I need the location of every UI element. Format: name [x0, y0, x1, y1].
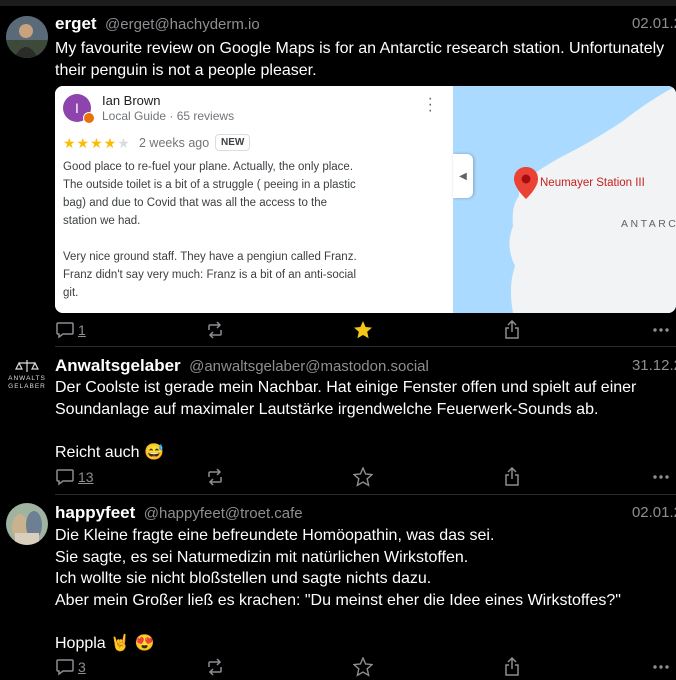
more-button[interactable] [652, 656, 670, 678]
post-happyfeet[interactable]: happyfeet @happyfeet@troet.cafe 02.01.2 … [0, 503, 676, 677]
antarctica-landmass [509, 86, 676, 313]
post-actions: 3 [55, 656, 676, 680]
author-name[interactable]: Anwaltsgelaber [55, 356, 181, 375]
reply-icon [56, 469, 74, 486]
post-erget[interactable]: erget @erget@hachyderm.io 02.01.2 My fav… [0, 14, 676, 344]
post-date[interactable]: 02.01.2 [632, 15, 676, 32]
post-content: Die Kleine fragte eine befreundete Homöo… [55, 525, 676, 654]
review-line: bag) and due to Covid that was all the a… [63, 197, 328, 209]
post-line: My favourite review on Google Maps is fo… [55, 40, 665, 57]
reply-button[interactable]: 3 [55, 656, 86, 678]
boost-icon [208, 658, 222, 676]
local-guide-badge-icon [83, 112, 95, 124]
collapse-panel-icon: ◀ [453, 154, 473, 198]
review-line: Good place to re-fuel your plane. Actual… [63, 161, 354, 173]
more-icon [653, 665, 669, 669]
post-line: Sie sagte, es sei Naturmedizin mit natür… [55, 548, 469, 566]
more-button[interactable] [652, 466, 670, 488]
share-icon [505, 467, 519, 486]
post-line: Hoppla 🤘 😍 [55, 634, 155, 652]
post-line: Die Kleine fragte eine befreundete Homöo… [55, 527, 495, 544]
favourite-button[interactable] [353, 319, 373, 341]
review-text: Good place to re-fuel your plane. Actual… [63, 158, 357, 302]
boost-button[interactable] [205, 319, 225, 341]
map-place-label: Neumayer Station III [540, 177, 645, 189]
post-line: Soundanlage auf maximaler Lautstärke irg… [55, 400, 599, 418]
review-line: Franz didn't say very much: Franz is a b… [63, 269, 357, 281]
post-header: Anwaltsgelaber @anwaltsgelaber@mastodon.… [55, 356, 676, 378]
separator [55, 346, 676, 347]
post-actions: 1 [55, 319, 676, 343]
boost-button[interactable] [205, 466, 225, 488]
reply-icon [56, 659, 74, 676]
boost-icon [208, 468, 222, 486]
more-icon [653, 475, 669, 479]
favourite-button[interactable] [353, 656, 373, 678]
reply-button[interactable]: 13 [55, 466, 94, 488]
post-date[interactable]: 02.01.2 [632, 504, 676, 521]
post-line: Ich wollte sie nicht bloßstellen und sag… [55, 570, 432, 587]
reply-count: 3 [78, 659, 86, 675]
reply-count: 1 [78, 322, 86, 338]
post-line: their penguin is not a people pleaser. [55, 61, 317, 79]
avatar[interactable]: ANWALTS GELABER [6, 356, 48, 398]
author-handle[interactable]: @anwaltsgelaber@mastodon.social [189, 358, 429, 375]
avatar-wordmark: ANWALTS GELABER [8, 375, 46, 390]
review-line: station we had. [63, 215, 141, 227]
review-panel: I Ian Brown Local Guide · 65 reviews · · ·… [55, 86, 453, 313]
map-panel: ◀ Neumayer Station III ANTARCTICA [453, 86, 676, 313]
post-header: happyfeet @happyfeet@troet.cafe 02.01.2 [55, 503, 676, 525]
author-handle[interactable]: @happyfeet@troet.cafe [144, 505, 303, 522]
kebab-menu-icon: · · · [427, 90, 433, 119]
star-icon [353, 467, 373, 487]
avatar[interactable] [6, 16, 48, 58]
share-icon [505, 657, 519, 676]
review-line [63, 230, 357, 248]
author-name[interactable]: erget [55, 14, 97, 33]
review-line: Very nice ground staff. They have a peng… [63, 251, 357, 263]
reply-button[interactable]: 1 [55, 319, 86, 341]
author-handle[interactable]: @erget@hachyderm.io [105, 16, 260, 33]
post-date[interactable]: 31.12.2 [632, 357, 676, 374]
reviewer-name: Ian Brown [102, 93, 161, 108]
post-content: My favourite review on Google Maps is fo… [55, 38, 676, 81]
review-line: git. [63, 287, 79, 299]
review-line: The outside toilet is a bit of a struggl… [63, 179, 356, 191]
post-line: Reicht auch 😅 [55, 443, 164, 461]
avatar[interactable] [6, 503, 48, 545]
author-name[interactable]: happyfeet [55, 503, 135, 522]
reviewer-subtitle: Local Guide · 65 reviews [102, 109, 235, 123]
new-badge: NEW [215, 134, 251, 151]
reply-icon [56, 322, 74, 339]
map-pin-icon [514, 167, 538, 199]
review-date: 2 weeks ago [139, 136, 210, 150]
more-icon [653, 328, 669, 332]
post-line [55, 611, 676, 633]
separator [55, 494, 676, 495]
top-bar [0, 0, 676, 6]
share-icon [505, 320, 519, 339]
post-line: Aber mein Großer ließ es krachen: "Du me… [55, 591, 621, 609]
reply-count: 13 [78, 469, 94, 485]
share-button[interactable] [503, 319, 521, 341]
post-content: Der Coolste ist gerade mein Nachbar. Hat… [55, 377, 676, 463]
review-rating: ★★★★★ [63, 135, 131, 151]
share-button[interactable] [503, 656, 521, 678]
more-button[interactable] [652, 319, 670, 341]
post-actions: 13 [55, 466, 676, 490]
post-header: erget @erget@hachyderm.io 02.01.2 [55, 14, 676, 36]
map-region-label: ANTARCTICA [621, 218, 676, 230]
boost-icon [208, 321, 222, 339]
star-icon [354, 321, 372, 339]
boost-button[interactable] [205, 656, 225, 678]
share-button[interactable] [503, 466, 521, 488]
post-line [55, 420, 676, 442]
post-line: Der Coolste ist gerade mein Nachbar. Hat… [55, 379, 637, 396]
post-anwaltsgelaber[interactable]: ANWALTS GELABER Anwaltsgelaber @anwaltsg… [0, 356, 676, 491]
attached-image[interactable]: I Ian Brown Local Guide · 65 reviews · · ·… [55, 86, 676, 313]
favourite-button[interactable] [353, 466, 373, 488]
star-icon [353, 657, 373, 677]
scales-logo-icon [15, 360, 39, 372]
